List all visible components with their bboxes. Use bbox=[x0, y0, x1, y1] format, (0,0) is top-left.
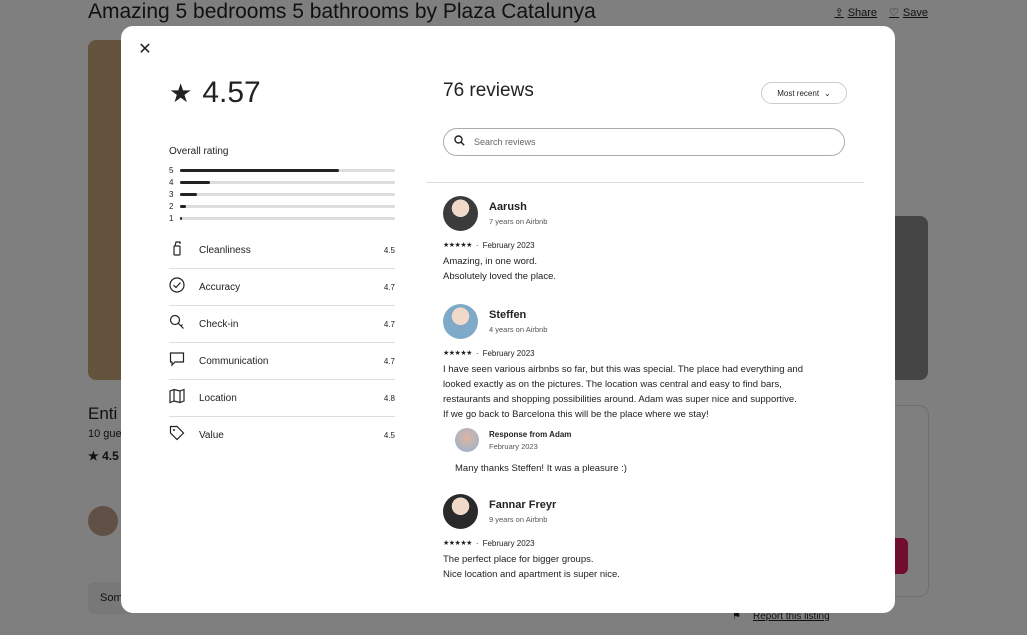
star-count: 1 bbox=[169, 213, 174, 223]
reviewer-avatar[interactable] bbox=[443, 494, 478, 529]
category-row-location: Location 4.8 bbox=[169, 380, 395, 417]
sort-dropdown[interactable]: Most recent ⌄ bbox=[761, 82, 847, 104]
review-line: looked exactly as on the pictures. The l… bbox=[443, 379, 782, 390]
search-reviews[interactable] bbox=[443, 128, 845, 156]
star-count: 3 bbox=[169, 189, 174, 199]
review-line: restaurants and shopping possibilities a… bbox=[443, 394, 797, 405]
category-name: Accuracy bbox=[199, 281, 241, 293]
reviewer-avatar[interactable] bbox=[443, 304, 478, 339]
review-date: February 2023 bbox=[482, 349, 535, 358]
category-name: Check-in bbox=[199, 318, 239, 330]
distribution-bar bbox=[180, 216, 395, 220]
review-item: Steffen 4 years on Airbnb ★★★★★ · February 2… bbox=[443, 304, 853, 474]
response-date: February 2023 bbox=[489, 441, 538, 451]
search-icon bbox=[454, 133, 465, 151]
chevron-down-icon: ⌄ bbox=[824, 88, 831, 98]
tag-icon bbox=[169, 425, 199, 445]
review-line: The perfect place for bigger groups. bbox=[443, 554, 594, 565]
reviewer-tenure: 9 years on Airbnb bbox=[489, 515, 548, 524]
distribution-bar bbox=[180, 180, 395, 184]
distribution-fill bbox=[180, 192, 198, 196]
reviewer-name: Aarush bbox=[489, 201, 527, 213]
review-text: The perfect place for bigger groups. Nice… bbox=[443, 552, 853, 582]
review-date: February 2023 bbox=[482, 241, 535, 250]
host-avatar[interactable] bbox=[455, 428, 479, 452]
category-name: Cleanliness bbox=[199, 244, 251, 256]
category-score: 4.5 bbox=[383, 430, 395, 440]
check-circle-icon bbox=[169, 277, 199, 297]
category-ratings: Cleanliness 4.5 Accuracy 4.7 Check-in 4.7 Comm… bbox=[169, 232, 395, 453]
review-line: Absolutely loved the place. bbox=[443, 271, 557, 282]
host-response: Response from Adam February 2023 Many than… bbox=[443, 428, 853, 474]
review-line: I have seen various airbnbs so far, but … bbox=[443, 364, 803, 375]
rating-summary: ★ 4.57 Overall rating 5 4 3 2 1 Cleanliness 4… bbox=[169, 76, 395, 453]
overall-score: ★ 4.57 bbox=[169, 76, 261, 109]
distribution-bar bbox=[180, 168, 395, 172]
review-text: I have seen various airbnbs so far, but … bbox=[443, 362, 853, 422]
category-name: Location bbox=[199, 392, 237, 404]
review-stars: ★★★★★ bbox=[443, 350, 472, 357]
review-date: February 2023 bbox=[482, 539, 535, 548]
review-line: If we go back to Barcelona this will be … bbox=[443, 409, 709, 420]
star-count: 2 bbox=[169, 201, 174, 211]
reviewer-tenure: 7 years on Airbnb bbox=[489, 217, 548, 226]
category-score: 4.8 bbox=[383, 393, 395, 403]
map-icon bbox=[169, 388, 199, 408]
category-row-accuracy: Accuracy 4.7 bbox=[169, 269, 395, 306]
review-line: Nice location and apartment is super nic… bbox=[443, 569, 620, 580]
spray-bottle-icon bbox=[169, 240, 199, 260]
reviews-count: 76 reviews bbox=[443, 80, 534, 101]
key-icon bbox=[169, 314, 199, 334]
reviewer-name: Fannar Freyr bbox=[489, 499, 557, 511]
category-score: 4.7 bbox=[383, 282, 395, 292]
category-name: Value bbox=[199, 429, 224, 441]
review-line: Amazing, in one word. bbox=[443, 256, 537, 267]
distribution-bar bbox=[180, 192, 395, 196]
category-row-value: Value 4.5 bbox=[169, 417, 395, 453]
review-item: Fannar Freyr 9 years on Airbnb ★★★★★ · Febru… bbox=[443, 494, 853, 582]
overall-rating-label: Overall rating bbox=[169, 146, 229, 157]
chat-bubble-icon bbox=[169, 351, 199, 371]
reviewer-tenure: 4 years on Airbnb bbox=[489, 325, 548, 334]
category-row-check-in: Check-in 4.7 bbox=[169, 306, 395, 343]
reviewer-avatar[interactable] bbox=[443, 196, 478, 231]
close-icon[interactable]: ✕ bbox=[135, 39, 155, 59]
star-count: 5 bbox=[169, 165, 174, 175]
search-input[interactable] bbox=[472, 136, 816, 148]
star-icon: ★ bbox=[169, 77, 193, 108]
review-stars: ★★★★★ bbox=[443, 242, 472, 249]
response-title: Response from Adam bbox=[489, 429, 572, 439]
category-score: 4.5 bbox=[383, 245, 395, 255]
distribution-fill bbox=[180, 180, 211, 184]
distribution-fill bbox=[180, 168, 340, 172]
reviews-modal: ✕ ★ 4.57 Overall rating 5 4 3 2 1 Cleanlines… bbox=[121, 26, 895, 613]
review-text: Amazing, in one word. Absolutely loved th… bbox=[443, 254, 853, 284]
review-item: Aarush 7 years on Airbnb ★★★★★ · February 20… bbox=[443, 196, 853, 284]
star-count: 4 bbox=[169, 177, 174, 187]
review-list: Aarush 7 years on Airbnb ★★★★★ · February 20… bbox=[443, 196, 853, 602]
rating-distribution: 5 4 3 2 1 bbox=[169, 164, 395, 224]
category-name: Communication bbox=[199, 355, 269, 367]
category-score: 4.7 bbox=[383, 319, 395, 329]
category-score: 4.7 bbox=[383, 356, 395, 366]
distribution-fill bbox=[180, 204, 187, 208]
category-row-cleanliness: Cleanliness 4.5 bbox=[169, 232, 395, 269]
distribution-row: 2 bbox=[169, 200, 395, 212]
distribution-row: 1 bbox=[169, 212, 395, 224]
distribution-bar bbox=[180, 204, 395, 208]
distribution-row: 3 bbox=[169, 188, 395, 200]
category-row-communication: Communication 4.7 bbox=[169, 343, 395, 380]
distribution-row: 5 bbox=[169, 164, 395, 176]
distribution-row: 4 bbox=[169, 176, 395, 188]
divider bbox=[426, 182, 864, 183]
distribution-fill bbox=[180, 216, 183, 220]
response-text: Many thanks Steffen! It was a pleasure :… bbox=[455, 463, 627, 474]
review-stars: ★★★★★ bbox=[443, 540, 472, 547]
reviewer-name: Steffen bbox=[489, 309, 527, 321]
